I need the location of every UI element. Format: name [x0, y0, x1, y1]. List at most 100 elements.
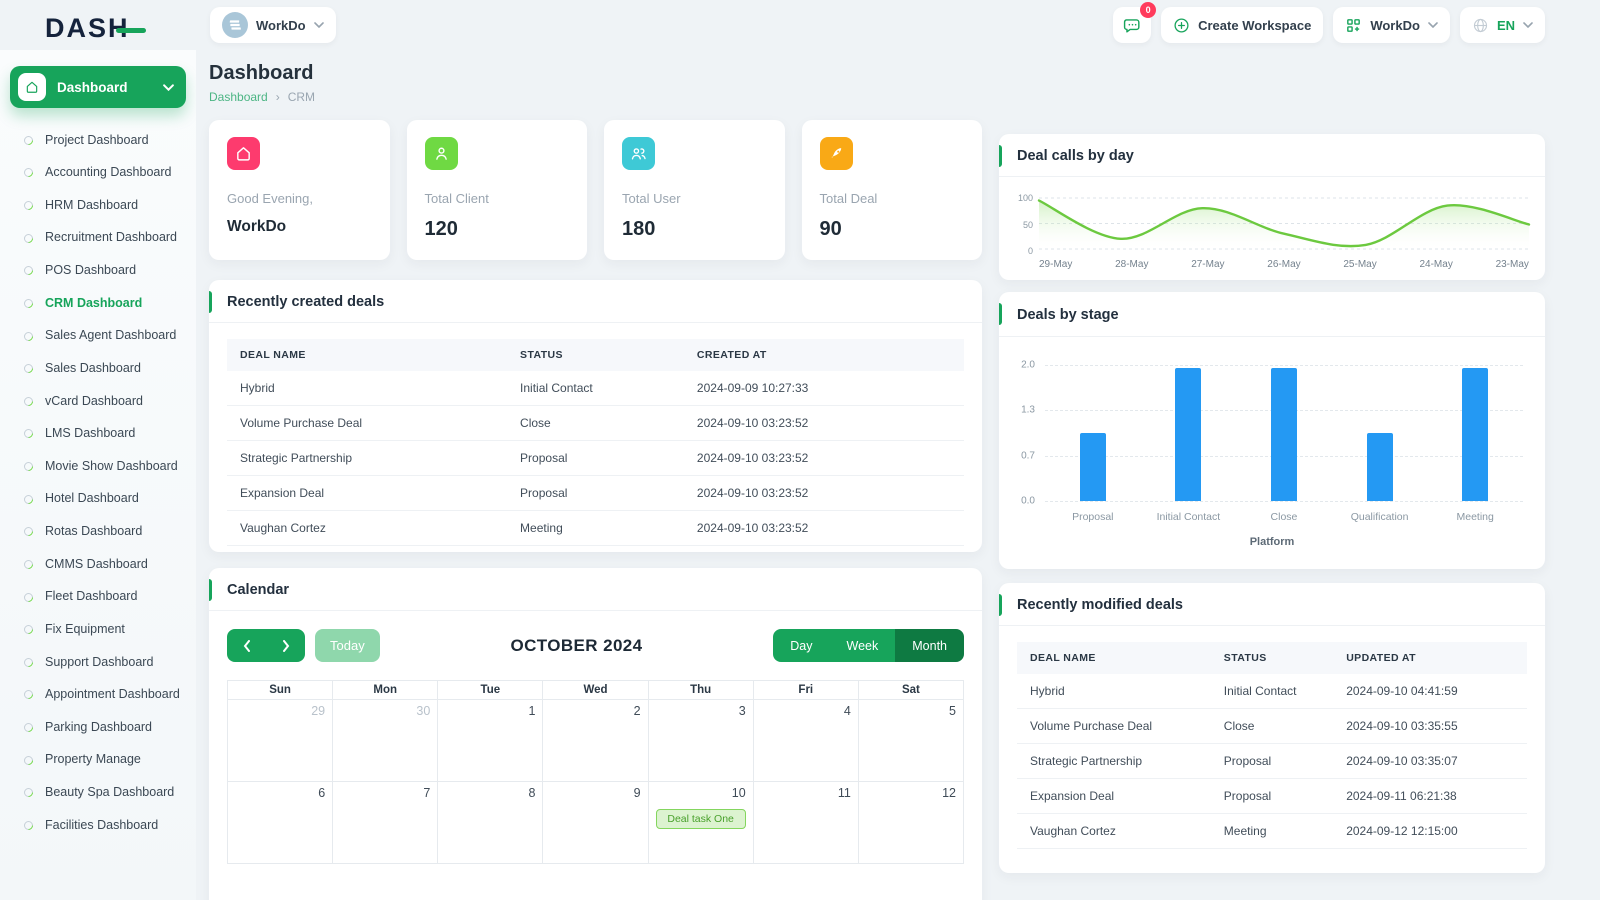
area-x-tick: 23-May — [1495, 259, 1529, 270]
calendar-view-week-button[interactable]: Week — [829, 629, 896, 662]
calendar-prev-button[interactable] — [227, 629, 266, 662]
calendar-day-header-mon: Mon — [332, 680, 439, 700]
calendar-day-cell-7[interactable]: 7 — [332, 781, 439, 864]
sidebar-item-label: Project Dashboard — [45, 132, 149, 147]
calendar-day-cell-5[interactable]: 5 — [857, 699, 965, 782]
table-row: Strategic Partnership Proposal 2024-09-10 … — [1017, 743, 1527, 779]
deal-calls-chart: 100 50 0 — [1018, 193, 1531, 256]
table-cell: 2024-09-10 03:35:07 — [1333, 743, 1527, 779]
calendar-day-cell-8[interactable]: 8 — [437, 781, 544, 864]
bullet-circle-icon — [22, 133, 35, 147]
bullet-circle-icon — [22, 460, 35, 473]
calendar-day-cell-6[interactable]: 6 — [226, 781, 334, 864]
sidebar-item-rotas-dashboard[interactable]: Rotas Dashboard — [10, 516, 186, 549]
sidebar-item-beauty-spa-dashboard[interactable]: Beauty Spa Dashboard — [10, 777, 186, 810]
sidebar: Dashboard Project Dashboard Accounting Da… — [0, 50, 196, 900]
deal-calls-title: Deal calls by day — [999, 134, 1545, 177]
area-x-tick: 28-May — [1115, 259, 1149, 270]
header-actions: 0 Create Workspace WorkDo EN — [1113, 2, 1545, 43]
sidebar-item-sales-agent-dashboard[interactable]: Sales Agent Dashboard — [10, 320, 186, 353]
workspace-switcher[interactable]: WorkDo — [210, 7, 336, 43]
sidebar-dashboard-button[interactable]: Dashboard — [10, 66, 186, 108]
sidebar-item-label: Movie Show Dashboard — [45, 458, 178, 473]
table-cell: 2024-09-10 03:23:52 — [683, 475, 964, 511]
logo-dash-accent — [115, 28, 146, 33]
stat-label: Good Evening, — [227, 191, 314, 206]
bullet-circle-icon — [22, 329, 35, 343]
calendar-view-month-button[interactable]: Month — [895, 629, 964, 662]
calendar-month-title: OCTOBER 2024 — [510, 635, 643, 655]
calendar-day-cell-3[interactable]: 3 — [647, 699, 754, 782]
sidebar-item-hotel-dashboard[interactable]: Hotel Dashboard — [10, 483, 186, 516]
sidebar-item-appointment-dashboard[interactable]: Appointment Dashboard — [10, 679, 186, 712]
sidebar-item-lms-dashboard[interactable]: LMS Dashboard — [10, 418, 186, 451]
calendar-day-header-fri: Fri — [752, 680, 859, 700]
sidebar-item-movie-show-dashboard[interactable]: Movie Show Dashboard — [10, 450, 186, 483]
recently-created-deals-table: DEAL NAME STATUS CREATED AT Hybrid Initial C… — [227, 339, 964, 546]
calendar-day-cell-11[interactable]: 11 — [752, 781, 859, 864]
sidebar-item-pos-dashboard[interactable]: POS Dashboard — [10, 255, 186, 288]
calendar-event[interactable]: Deal task One — [655, 809, 746, 829]
bar-y-tick: 0.7 — [1021, 450, 1035, 462]
sidebar-item-label: Parking Dashboard — [45, 719, 153, 734]
sidebar-item-label: Facilities Dashboard — [45, 817, 159, 832]
messages-button[interactable]: 0 — [1113, 2, 1157, 43]
sidebar-item-crm-dashboard[interactable]: CRM Dashboard — [10, 287, 186, 320]
sidebar-item-fix-equipment[interactable]: Fix Equipment — [10, 613, 186, 646]
calendar-day-cell-2[interactable]: 2 — [542, 699, 649, 782]
stat-label: Total Deal — [819, 191, 878, 206]
workspace-menu-button[interactable]: WorkDo — [1333, 7, 1450, 43]
workspace-avatar — [222, 12, 248, 38]
sidebar-item-project-dashboard[interactable]: Project Dashboard — [10, 124, 186, 157]
deal-calls-x-labels: 29-May 28-May 27-May 26-May 25-May 24-May 23-M… — [1039, 259, 1529, 270]
sidebar-item-label: Support Dashboard — [45, 654, 154, 669]
calendar-day-cell-4[interactable]: 4 — [752, 699, 859, 782]
create-workspace-label: Create Workspace — [1198, 17, 1312, 33]
area-x-tick: 29-May — [1039, 259, 1073, 270]
building-icon — [229, 20, 241, 30]
sidebar-item-label: Sales Dashboard — [45, 360, 141, 375]
sidebar-item-parking-dashboard[interactable]: Parking Dashboard — [10, 711, 186, 744]
sidebar-item-property-manage[interactable]: Property Manage — [10, 744, 186, 777]
stat-value: WorkDo — [227, 218, 287, 235]
calendar-day-cell-1[interactable]: 1 — [437, 699, 544, 782]
bar-initial-contact — [1175, 368, 1202, 501]
calendar-day-cell-9[interactable]: 9 — [542, 781, 649, 864]
sidebar-item-label: CRM Dashboard — [45, 295, 143, 310]
breadcrumb-dashboard-link[interactable]: Dashboard — [209, 90, 268, 104]
main-content: Dashboard Dashboard › CRM Good Evening, W… — [209, 62, 1545, 900]
sidebar-item-support-dashboard[interactable]: Support Dashboard — [10, 646, 186, 679]
table-row: Volume Purchase Deal Close 2024-09-10 03:3… — [1017, 708, 1527, 744]
calendar-day-cell-10[interactable]: 10 Deal task One — [647, 781, 754, 864]
create-workspace-button[interactable]: Create Workspace — [1161, 7, 1324, 43]
sidebar-item-facilities-dashboard[interactable]: Facilities Dashboard — [10, 809, 186, 842]
calendar-today-button[interactable]: Today — [315, 629, 380, 662]
table-cell: Strategic Partnership — [227, 440, 508, 476]
table-row: Expansion Deal Proposal 2024-09-10 03:23:5… — [227, 475, 964, 511]
table-cell: Meeting — [1210, 813, 1334, 849]
sidebar-item-fleet-dashboard[interactable]: Fleet Dashboard — [10, 581, 186, 614]
bullet-circle-icon — [22, 753, 35, 767]
recently-created-deals-title: Recently created deals — [209, 280, 982, 323]
calendar-view-day-button[interactable]: Day — [773, 629, 830, 662]
sidebar-item-label: POS Dashboard — [45, 263, 137, 277]
calendar-day-cell-29[interactable]: 29 — [226, 699, 334, 782]
language-selector[interactable]: EN — [1459, 7, 1545, 43]
sidebar-item-accounting-dashboard[interactable]: Accounting Dashboard — [10, 157, 186, 190]
area-y-tick: 100 — [1017, 193, 1033, 204]
sidebar-item-vcard-dashboard[interactable]: vCard Dashboard — [10, 385, 186, 418]
bar-y-tick: 0.0 — [1021, 495, 1035, 507]
stat-card-total-deal: Total Deal 90 — [801, 120, 982, 260]
table-row: Strategic Partnership Proposal 2024-09-10 … — [227, 440, 964, 476]
sidebar-item-recruitment-dashboard[interactable]: Recruitment Dashboard — [10, 222, 186, 255]
sidebar-item-sales-dashboard[interactable]: Sales Dashboard — [10, 352, 186, 385]
home-icon — [227, 137, 260, 170]
calendar-day-cell-30[interactable]: 30 — [332, 699, 439, 782]
calendar-next-button[interactable] — [266, 629, 305, 662]
calendar-day-cell-12[interactable]: 12 — [857, 781, 965, 864]
table-cell: Proposal — [1210, 778, 1334, 814]
sidebar-item-cmms-dashboard[interactable]: CMMS Dashboard — [10, 548, 186, 581]
sidebar-item-label: vCard Dashboard — [45, 393, 143, 408]
table-cell: Initial Contact — [507, 371, 684, 406]
sidebar-item-hrm-dashboard[interactable]: HRM Dashboard — [10, 189, 186, 222]
